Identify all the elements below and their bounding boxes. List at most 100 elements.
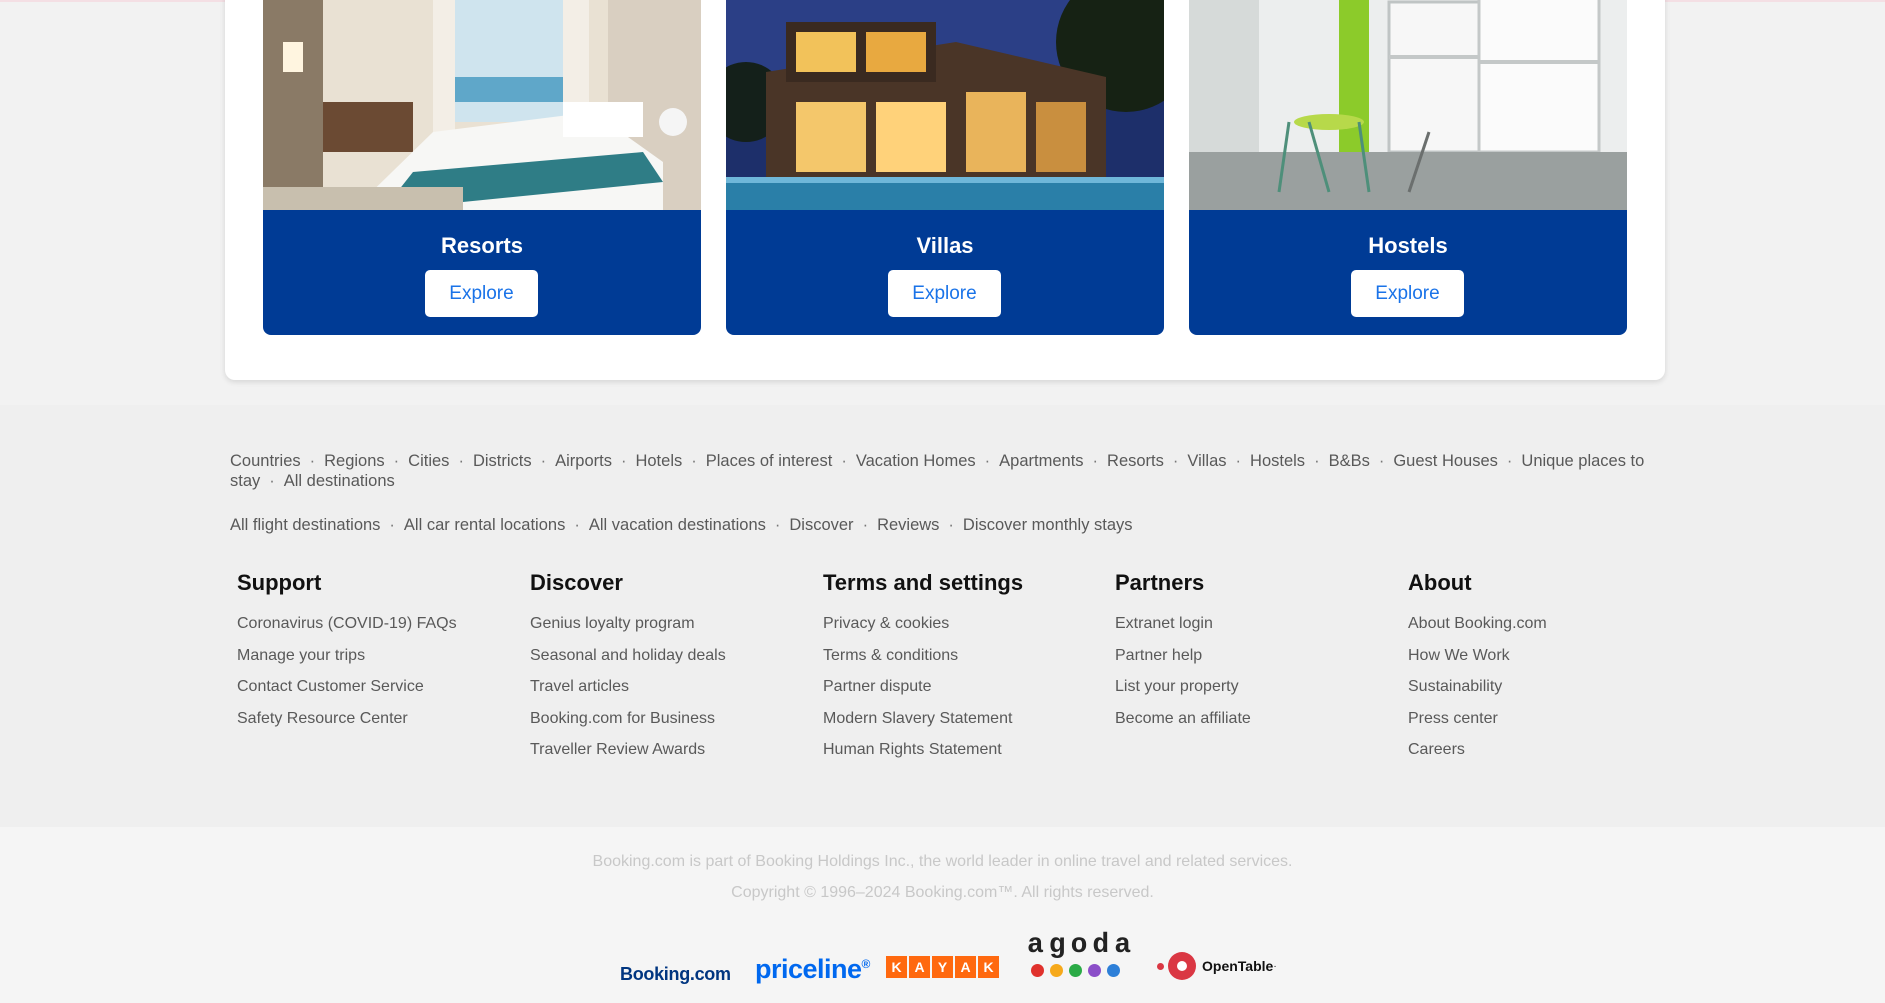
agoda-dots: [1027, 964, 1131, 977]
card-title: Villas: [916, 233, 974, 258]
kayak-letter: A: [909, 956, 930, 978]
opentable-mark: ·: [1273, 960, 1277, 972]
explore-villas-button[interactable]: Explore: [888, 270, 1001, 317]
property-card-hostels[interactable]: Hostels Explore: [1189, 0, 1627, 335]
agoda-wordmark: agoda: [1027, 930, 1137, 961]
separator: ·: [691, 452, 697, 470]
footer-link-airports[interactable]: Airports: [555, 452, 612, 470]
footer-link[interactable]: Partner help: [1115, 640, 1395, 672]
footer-link-vacation-homes[interactable]: Vacation Homes: [856, 452, 976, 470]
separator: ·: [984, 452, 991, 470]
footer-link-discover[interactable]: Discover: [789, 516, 853, 534]
footer-link[interactable]: Privacy & cookies: [823, 608, 1103, 640]
separator: ·: [1235, 452, 1242, 470]
footer-link[interactable]: Manage your trips: [237, 640, 517, 672]
footer-link-cities[interactable]: Cities: [408, 452, 449, 470]
separator: ·: [862, 516, 869, 534]
registered-mark: ®: [861, 957, 871, 971]
property-types-panel: Resorts Explore Villas Explore Hostels E…: [225, 0, 1665, 380]
footer-link[interactable]: Travel articles: [530, 671, 810, 703]
footer-link-bnbs[interactable]: B&Bs: [1329, 452, 1370, 470]
separator: ·: [948, 516, 954, 534]
footer-link[interactable]: Traveller Review Awards: [530, 734, 810, 766]
agoda-logo[interactable]: agoda: [1027, 932, 1131, 977]
separator: ·: [269, 472, 275, 490]
column-heading: Terms and settings: [823, 570, 1024, 595]
footer-link[interactable]: Seasonal and holiday deals: [530, 640, 810, 672]
footer-link-guest-houses[interactable]: Guest Houses: [1393, 452, 1498, 470]
opentable-wordmark: OpenTable: [1202, 958, 1274, 974]
agoda-dot: [1088, 964, 1101, 977]
agoda-dot: [1069, 964, 1082, 977]
property-card-resorts[interactable]: Resorts Explore: [263, 0, 701, 335]
footer-link-regions[interactable]: Regions: [324, 452, 385, 470]
footer-link[interactable]: Coronavirus (COVID-19) FAQs: [237, 608, 517, 640]
separator: ·: [1314, 452, 1320, 470]
booking-logo[interactable]: Booking.com: [620, 964, 731, 985]
separator: ·: [393, 452, 400, 470]
footer-link[interactable]: Genius loyalty program: [530, 608, 810, 640]
footer-link[interactable]: List your property: [1115, 671, 1395, 703]
separator: ·: [540, 452, 547, 470]
footer-link-places-of-interest[interactable]: Places of interest: [706, 452, 833, 470]
travel-links: All flight destinations · All car rental l…: [224, 515, 1664, 535]
explore-hostels-button[interactable]: Explore: [1351, 270, 1464, 317]
separator: ·: [620, 452, 627, 470]
footer-column-terms: Terms and settings Privacy & cookies Ter…: [823, 570, 1103, 766]
footer-link-all-destinations[interactable]: All destinations: [284, 472, 395, 490]
agoda-dot: [1050, 964, 1063, 977]
brand-logos: Booking.com priceline® K A Y A K agoda O…: [0, 932, 1885, 992]
footer-link-villas[interactable]: Villas: [1187, 452, 1226, 470]
card-title: Resorts: [441, 233, 523, 258]
footer-link-monthly-stays[interactable]: Discover monthly stays: [963, 516, 1133, 534]
opentable-logo[interactable]: OpenTable ·: [1157, 952, 1277, 980]
property-card-villas[interactable]: Villas Explore: [726, 0, 1164, 335]
footer-link-hostels[interactable]: Hostels: [1250, 452, 1305, 470]
copyright-text: Copyright © 1996–2024 Booking.com™. All …: [731, 884, 1154, 901]
footer-link[interactable]: Extranet login: [1115, 608, 1395, 640]
column-heading: Partners: [1115, 570, 1205, 595]
footer-link-car-rental-locations[interactable]: All car rental locations: [404, 516, 565, 534]
priceline-logo[interactable]: priceline®: [755, 954, 870, 985]
footer-link-vacation-destinations[interactable]: All vacation destinations: [589, 516, 766, 534]
footer-link[interactable]: Safety Resource Center: [237, 703, 517, 735]
separator: ·: [1378, 452, 1385, 470]
footer-link[interactable]: Terms & conditions: [823, 640, 1103, 672]
footer-link-reviews[interactable]: Reviews: [877, 516, 939, 534]
footer-link-hotels[interactable]: Hotels: [635, 452, 682, 470]
footer-column-discover: Discover Genius loyalty program Seasonal…: [530, 570, 810, 766]
footer-link[interactable]: Press center: [1408, 703, 1688, 735]
footer-link[interactable]: Human Rights Statement: [823, 734, 1103, 766]
footer-link[interactable]: Contact Customer Service: [237, 671, 517, 703]
footer-link-countries[interactable]: Countries: [230, 452, 301, 470]
opentable-small-dot-icon: [1157, 962, 1164, 970]
footer-link[interactable]: About Booking.com: [1408, 608, 1688, 640]
separator: ·: [1172, 452, 1179, 470]
footer-link[interactable]: Modern Slavery Statement: [823, 703, 1103, 735]
footer-link[interactable]: How We Work: [1408, 640, 1688, 672]
footer-link[interactable]: Partner dispute: [823, 671, 1103, 703]
footer-link-apartments[interactable]: Apartments: [999, 452, 1083, 470]
kayak-logo[interactable]: K A Y A K: [886, 956, 999, 978]
separator: ·: [309, 452, 316, 470]
footer-link[interactable]: Sustainability: [1408, 671, 1688, 703]
footer-link[interactable]: Become an affiliate: [1115, 703, 1395, 735]
footer-link[interactable]: Booking.com for Business: [530, 703, 810, 735]
footer-column-partners: Partners Extranet login Partner help Lis…: [1115, 570, 1395, 734]
separator: ·: [841, 452, 847, 470]
column-heading: Discover: [530, 570, 623, 595]
legal-section: Booking.com is part of Booking Holdings …: [0, 827, 1885, 1003]
footer-link-flight-destinations[interactable]: All flight destinations: [230, 516, 380, 534]
resorts-photo: [263, 0, 701, 210]
footer-column-support: Support Coronavirus (COVID-19) FAQs Mana…: [237, 570, 517, 734]
villas-photo: [726, 0, 1164, 210]
separator: ·: [574, 516, 580, 534]
footer-link-districts[interactable]: Districts: [473, 452, 532, 470]
footer-link-resorts[interactable]: Resorts: [1107, 452, 1164, 470]
explore-resorts-button[interactable]: Explore: [425, 270, 538, 317]
kayak-letter: A: [955, 956, 976, 978]
footer-link[interactable]: Careers: [1408, 734, 1688, 766]
column-heading: Support: [237, 570, 322, 595]
priceline-wordmark: priceline: [755, 954, 862, 984]
separator: ·: [774, 516, 781, 534]
